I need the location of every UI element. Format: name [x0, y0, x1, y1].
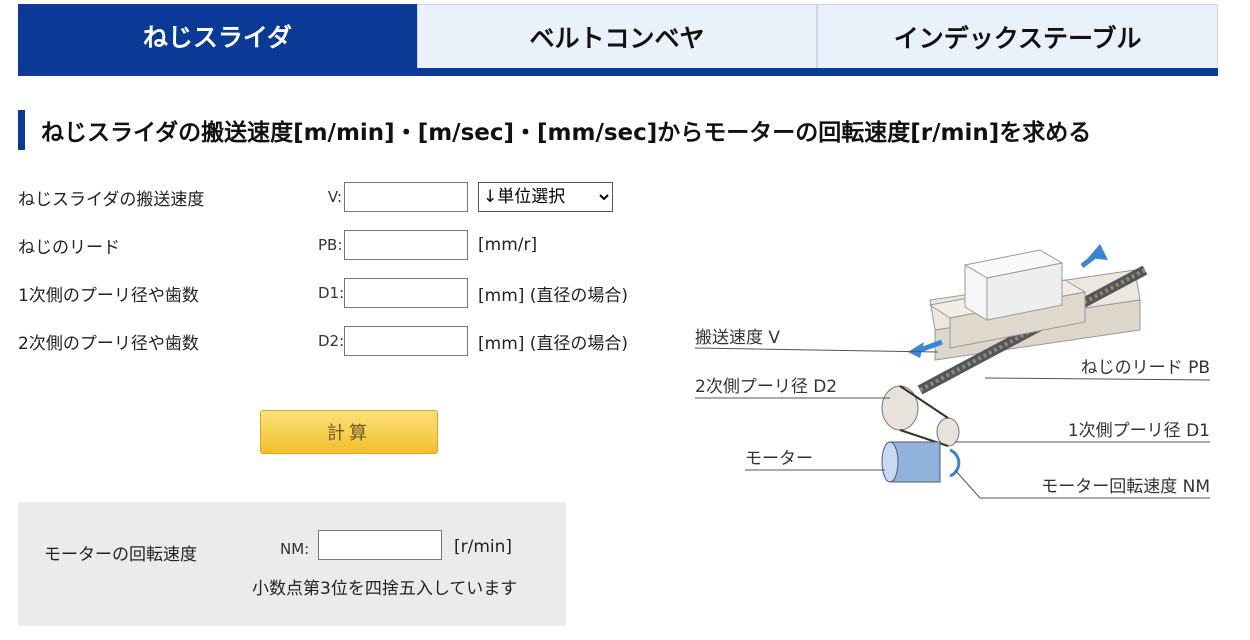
motor-end-icon: [881, 441, 899, 483]
lead-unit: [mm/r]: [478, 235, 538, 255]
row-pulley1: 1次側のプーリ径や歯数 D1: [mm] (直径の場合): [18, 276, 628, 310]
pulley1-label: 1次側のプーリ径や歯数: [18, 285, 199, 306]
calculate-button[interactable]: 計算: [260, 410, 438, 454]
pulley2-icon: [881, 385, 919, 431]
rounding-note: 小数点第3位を四捨五入しています: [252, 579, 518, 599]
diagram-label-pulley1: 1次側プーリ径 D1: [1068, 421, 1210, 441]
pulley1-symbol: D1:: [318, 284, 345, 302]
tab-screw-slider[interactable]: ねじスライダ: [18, 4, 417, 68]
lead-label: ねじのリード: [18, 237, 120, 258]
leader-motor-speed-a: [954, 469, 981, 499]
pulley2-unit: [mm] (直径の場合): [478, 333, 629, 354]
diagram-label-pulley2: 2次側プーリ径 D2: [695, 377, 837, 397]
screw-slider-diagram: 搬送速度 V ねじのリード PB 2次側プーリ径 D2 1次側プーリ径 D1 モ…: [694, 244, 1211, 499]
speed-input[interactable]: [344, 182, 468, 212]
diagram-label-lead: ねじのリード PB: [1081, 358, 1210, 378]
pulley1-input[interactable]: [344, 278, 468, 308]
result-label: モーターの回転速度: [44, 545, 197, 565]
diagram-label-motor-speed: モーター回転速度 NM: [1041, 477, 1210, 497]
unit-select[interactable]: ↓単位選択: [478, 182, 613, 212]
page-title: ねじスライダの搬送速度[m/min]・[m/sec]・[mm/sec]からモータ…: [18, 110, 1091, 150]
result-symbol: NM:: [280, 540, 310, 558]
result-output[interactable]: [318, 530, 442, 560]
tab-index-table[interactable]: インデックステーブル: [817, 4, 1219, 68]
speed-label: ねじスライダの搬送速度: [18, 189, 205, 210]
diagram-label-motor: モーター: [745, 449, 813, 469]
tab-bar: ねじスライダ ベルトコンベヤ インデックステーブル: [18, 4, 1219, 76]
leader-speed: [694, 347, 939, 353]
pulley2-input[interactable]: [344, 326, 468, 356]
row-speed: ねじスライダの搬送速度 V: ↓単位選択: [18, 180, 613, 214]
result-panel: モーターの回転速度 NM: [r/min] 小数点第3位を四捨五入しています: [18, 502, 566, 626]
tab-belt-conveyor[interactable]: ベルトコンベヤ: [416, 4, 818, 68]
speed-symbol: V:: [327, 188, 342, 206]
row-pulley2: 2次側のプーリ径や歯数 D2: [mm] (直径の場合): [18, 324, 628, 358]
pulley1-unit: [mm] (直径の場合): [478, 285, 629, 306]
lead-input[interactable]: [344, 230, 468, 260]
pulley2-symbol: D2:: [318, 332, 345, 350]
result-unit: [r/min]: [454, 537, 513, 557]
pulley2-label: 2次側のプーリ径や歯数: [18, 333, 199, 354]
row-lead: ねじのリード PB: [mm/r]: [18, 228, 537, 262]
leader-lead: [984, 377, 1211, 381]
lead-symbol: PB:: [318, 236, 343, 254]
arrow-forward-shaft: [1080, 250, 1102, 268]
diagram-label-speed: 搬送速度 V: [695, 328, 780, 348]
